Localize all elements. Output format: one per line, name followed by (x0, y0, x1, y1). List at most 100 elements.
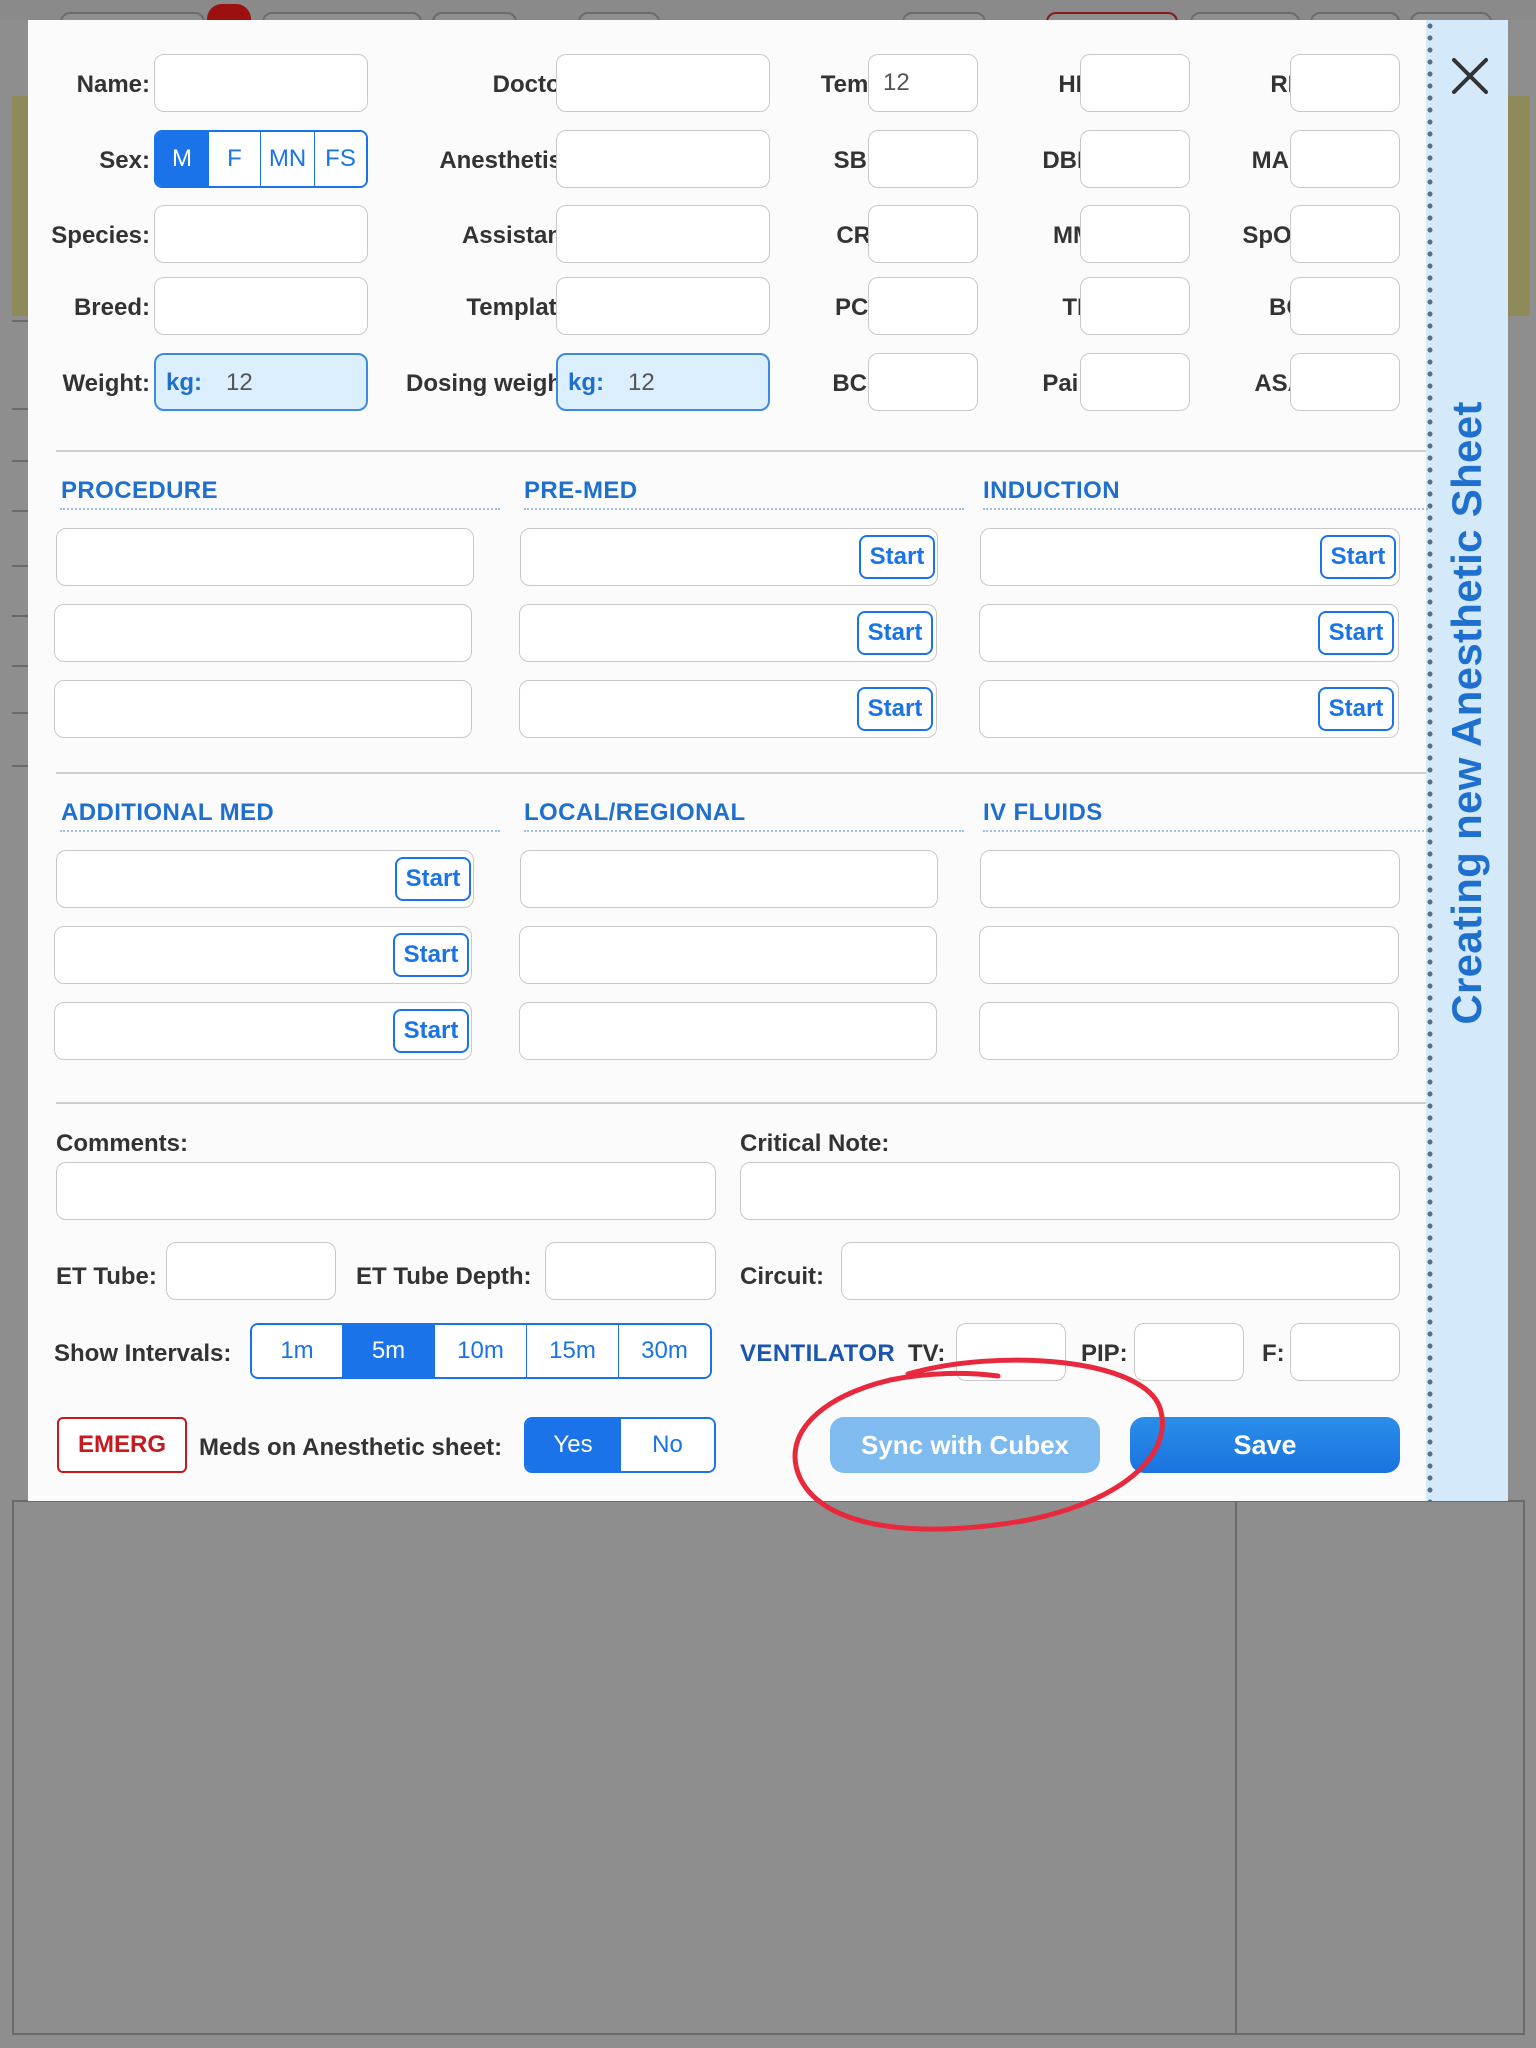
sex-option-f[interactable]: F (208, 132, 260, 186)
interval-option-5m[interactable]: 5m (342, 1325, 434, 1377)
procedure-input-2[interactable] (54, 604, 472, 662)
bcs-input[interactable] (868, 353, 978, 411)
comments-input[interactable] (56, 1162, 716, 1220)
crt-input[interactable] (868, 205, 978, 263)
procedure-input-1[interactable] (56, 528, 474, 586)
breed-label: Breed: (73, 294, 150, 321)
critical-note-input[interactable] (740, 1162, 1400, 1220)
procedure-heading: PROCEDURE (61, 477, 218, 504)
critical-note-label: Critical Note: (740, 1130, 890, 1157)
weight-label: Weight: (62, 370, 150, 397)
map-input[interactable] (1290, 130, 1400, 188)
local-regional-underline (524, 830, 964, 832)
sbp-input[interactable] (868, 130, 978, 188)
doctor-input[interactable] (556, 54, 770, 112)
procedure-input-3[interactable] (54, 680, 472, 738)
additional-med-underline (60, 830, 500, 832)
premed-heading: PRE-MED (524, 477, 638, 504)
template-input[interactable] (556, 277, 770, 335)
additional-med-heading: ADDITIONAL MED (61, 799, 275, 826)
background-content-panel (12, 1500, 1525, 2035)
local-regional-input-3[interactable] (519, 1002, 937, 1060)
sex-option-m[interactable]: M (156, 132, 208, 186)
local-regional-input-1[interactable] (520, 850, 938, 908)
asa-input[interactable] (1290, 353, 1400, 411)
additional-med-start-button-3[interactable]: Start (393, 1009, 469, 1053)
breed-input[interactable] (154, 277, 368, 335)
tp-input[interactable] (1080, 277, 1190, 335)
pip-input[interactable] (1134, 1323, 1244, 1381)
interval-option-10m[interactable]: 10m (434, 1325, 526, 1377)
sex-selector[interactable]: M F MN FS (154, 130, 368, 188)
premed-start-button-3[interactable]: Start (857, 687, 933, 731)
interval-option-15m[interactable]: 15m (526, 1325, 618, 1377)
comments-label: Comments: (56, 1130, 189, 1157)
premed-start-button-1[interactable]: Start (859, 535, 935, 579)
dosing-weight-unit: kg: (568, 369, 604, 396)
induction-start-button-1[interactable]: Start (1320, 535, 1396, 579)
anesthetist-label: Anesthetist: (439, 147, 578, 174)
induction-start-button-2[interactable]: Start (1318, 611, 1394, 655)
temp-value: 12 (883, 69, 910, 96)
et-tube-depth-label: ET Tube Depth: (356, 1263, 532, 1290)
background-panel-divider (1235, 1500, 1237, 2035)
ventilator-heading: VENTILATOR (740, 1340, 896, 1367)
assistant-input[interactable] (556, 205, 770, 263)
pain-input[interactable] (1080, 353, 1190, 411)
dotted-edge (1426, 20, 1434, 1501)
procedure-underline (60, 508, 500, 510)
interval-option-1m[interactable]: 1m (252, 1325, 342, 1377)
interval-selector[interactable]: 1m 5m 10m 15m 30m (250, 1323, 712, 1379)
name-input[interactable] (154, 54, 368, 112)
premed-start-button-2[interactable]: Start (857, 611, 933, 655)
induction-underline (983, 508, 1428, 510)
iv-fluids-input-3[interactable] (979, 1002, 1399, 1060)
temp-input[interactable]: 12 (868, 54, 978, 112)
modal-side-bar: Creating new Anesthetic Sheet (1426, 20, 1508, 1501)
f-input[interactable] (1290, 1323, 1400, 1381)
meds-option-yes[interactable]: Yes (526, 1419, 620, 1471)
close-icon[interactable] (1450, 56, 1490, 96)
tv-input[interactable] (956, 1323, 1066, 1381)
induction-heading: INDUCTION (983, 477, 1120, 504)
mm-input[interactable] (1080, 205, 1190, 263)
anesthetic-sheet-modal: Creating new Anesthetic Sheet Name: Doct… (28, 20, 1508, 1532)
induction-start-button-3[interactable]: Start (1318, 687, 1394, 731)
additional-med-start-button-1[interactable]: Start (395, 857, 471, 901)
iv-fluids-input-1[interactable] (980, 850, 1400, 908)
bg-input[interactable] (1290, 277, 1400, 335)
anesthetist-input[interactable] (556, 130, 770, 188)
dosing-weight-input[interactable]: kg: 12 (556, 353, 770, 411)
interval-option-30m[interactable]: 30m (618, 1325, 710, 1377)
spo2-input[interactable] (1290, 205, 1400, 263)
additional-med-start-button-2[interactable]: Start (393, 933, 469, 977)
save-button[interactable]: Save (1130, 1417, 1400, 1473)
species-input[interactable] (154, 205, 368, 263)
dosing-weight-label: Dosing weight: (406, 370, 578, 397)
sex-option-mn[interactable]: MN (260, 132, 314, 186)
weight-input[interactable]: kg: 12 (154, 353, 368, 411)
et-tube-depth-input[interactable] (545, 1242, 716, 1300)
dosing-weight-value: 12 (628, 369, 655, 396)
modal-title: Creating new Anesthetic Sheet (1443, 401, 1490, 1025)
iv-fluids-underline (983, 830, 1428, 832)
pcv-input[interactable] (868, 277, 978, 335)
premed-underline (524, 508, 964, 510)
show-intervals-label: Show Intervals: (54, 1340, 232, 1367)
et-tube-input[interactable] (166, 1242, 336, 1300)
et-tube-label: ET Tube: (56, 1263, 157, 1290)
iv-fluids-input-2[interactable] (979, 926, 1399, 984)
dbp-input[interactable] (1080, 130, 1190, 188)
circuit-input[interactable] (841, 1242, 1400, 1300)
sex-label: Sex: (99, 147, 150, 174)
rr-input[interactable] (1290, 54, 1400, 112)
weight-unit: kg: (166, 369, 202, 396)
sync-with-cubex-button[interactable]: Sync with Cubex (830, 1417, 1100, 1473)
hr-input[interactable] (1080, 54, 1190, 112)
name-label: Name: (76, 71, 150, 98)
local-regional-input-2[interactable] (519, 926, 937, 984)
meds-on-sheet-toggle[interactable]: Yes No (524, 1417, 716, 1473)
meds-option-no[interactable]: No (620, 1419, 714, 1471)
emerg-button[interactable]: EMERG (57, 1417, 187, 1473)
circuit-label: Circuit: (740, 1263, 824, 1290)
